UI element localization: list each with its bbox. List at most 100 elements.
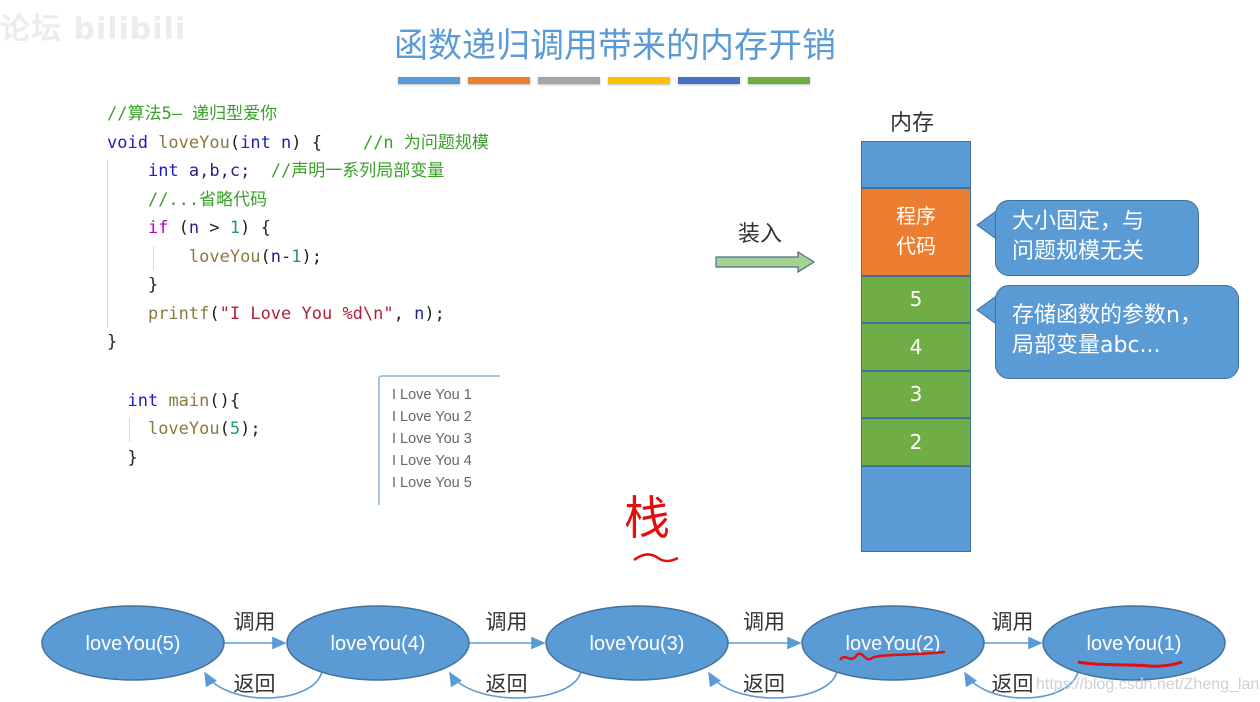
call-node-label: loveYou(4): [331, 633, 426, 655]
memory-cell-label: 程序: [896, 204, 936, 228]
punct: (: [260, 246, 271, 267]
punct: }: [107, 332, 118, 352]
memory-stack: 程序 代码 5 4 3 2: [861, 141, 971, 552]
punct: );: [301, 246, 323, 267]
code-line: }: [107, 271, 489, 300]
code-line: //算法5— 递归型爱你: [107, 100, 489, 129]
punct: );: [240, 419, 261, 439]
keyword: void: [107, 132, 159, 153]
stack-frame: 4: [861, 323, 971, 371]
call-label: 调用: [743, 610, 785, 634]
punct: (: [168, 218, 189, 238]
call-chain-diagram: 调用返回 调用返回 调用返回 调用返回 loveYou(5) loveYou(4) lov…: [41, 605, 1259, 699]
memory-cell-program-code: 程序 代码: [861, 188, 971, 276]
call-label: 调用: [486, 610, 528, 634]
memory-cell-bottom: [861, 466, 971, 552]
punct: }: [107, 275, 159, 295]
memory-cell-label: 代码: [896, 234, 936, 258]
function-name: loveYou: [147, 419, 220, 439]
punct: ,: [393, 303, 415, 324]
color-bar: [748, 77, 810, 84]
code-line: if (n > 1) {: [107, 214, 489, 243]
return-label: 返回: [486, 672, 528, 696]
output-line: I Love You 4: [392, 453, 472, 469]
punct: (: [209, 303, 220, 324]
number: 1: [229, 218, 241, 238]
output-line: I Love You 2: [392, 409, 472, 425]
code-line: loveYou(n-1);: [107, 243, 489, 272]
punct: ) {: [240, 218, 271, 238]
color-bar-strip: [398, 77, 810, 84]
color-bar: [538, 77, 600, 84]
callout-text: 局部变量abc...: [1012, 333, 1161, 358]
code-comment: //算法5— 递归型爱你: [107, 104, 278, 124]
operator: -: [281, 246, 292, 267]
punct: (: [229, 132, 241, 153]
number: 1: [291, 246, 302, 267]
code-line: //...省略代码: [107, 186, 489, 215]
load-label: 装入: [738, 222, 783, 247]
punct: );: [424, 303, 445, 324]
callout-text: 大小固定，与: [1012, 209, 1145, 234]
code-comment: //n 为问题规模: [362, 132, 489, 153]
stack-frame: 2: [861, 418, 971, 466]
code-line: void loveYou(int n) { //n 为问题规模: [107, 129, 489, 158]
console-output: I Love You 1 I Love You 2 I Love You 3 I…: [378, 375, 500, 505]
code-line: printf("I Love You %d\n", n);: [107, 300, 489, 329]
function-name: loveYou: [158, 132, 230, 153]
output-line: I Love You 3: [392, 431, 472, 447]
function-name: main: [158, 390, 210, 411]
return-label: 返回: [992, 672, 1034, 696]
slide-title: 函数递归调用带来的内存开销: [394, 26, 836, 66]
source-url: https://blog.csdn.net/Zheng_lan: [1036, 676, 1259, 693]
variables: a,b,c;: [178, 161, 271, 181]
return-label: 返回: [743, 672, 785, 696]
call-node-label: loveYou(5): [86, 633, 181, 655]
memory-title: 内存: [890, 111, 935, 136]
keyword: int: [147, 161, 179, 181]
color-bar: [468, 77, 530, 84]
punct: ) {: [291, 132, 363, 153]
variable: n: [270, 246, 282, 267]
stack-frame: 3: [861, 371, 971, 418]
string-literal: "I Love You %d\n": [219, 303, 394, 324]
keyword: int: [240, 132, 271, 153]
output-line: I Love You 5: [392, 475, 472, 491]
return-label: 返回: [234, 672, 276, 696]
function-name: printf: [147, 303, 210, 324]
code-line: }: [107, 328, 489, 357]
variable: n: [414, 303, 425, 324]
stack-frame: 5: [861, 276, 971, 323]
punct: (: [219, 419, 230, 439]
code-line: int a,b,c; //声明一系列局部变量: [107, 157, 489, 186]
keyword: if: [147, 218, 169, 238]
callout-program-code: 大小固定，与 问题规模无关: [995, 200, 1199, 276]
memory-cell-top: [861, 141, 971, 188]
call-node-label: loveYou(1): [1087, 633, 1182, 655]
code-comment: //...省略代码: [147, 189, 268, 210]
color-bar: [398, 77, 460, 84]
output-line: I Love You 1: [392, 387, 472, 403]
variable: n: [188, 218, 200, 238]
callout-text: 存储函数的参数n，: [1012, 303, 1202, 328]
load-arrow-icon: [715, 250, 816, 274]
punct: (){: [209, 390, 241, 411]
call-label: 调用: [234, 610, 276, 634]
call-node-label: loveYou(2): [846, 633, 941, 655]
code-comment: //声明一系列局部变量: [270, 161, 445, 181]
annotation-underline: [633, 553, 679, 563]
annotation-text: 栈: [624, 491, 670, 545]
keyword: int: [127, 390, 159, 411]
handwritten-annotation: 栈: [624, 491, 679, 563]
call-node-label: loveYou(3): [590, 633, 685, 655]
call-label: 调用: [992, 610, 1034, 634]
operator: >: [199, 218, 230, 238]
function-name: loveYou: [188, 246, 261, 267]
